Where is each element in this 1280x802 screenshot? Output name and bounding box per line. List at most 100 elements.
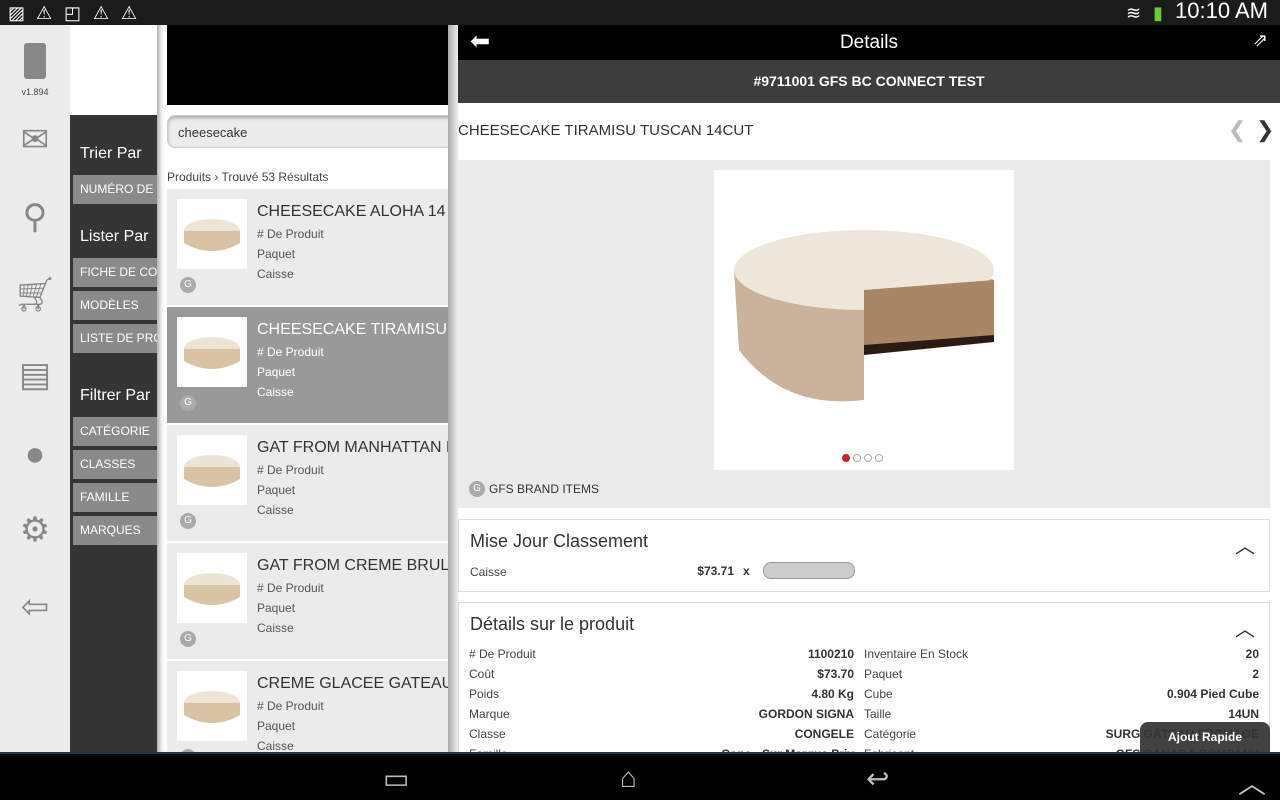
product-name: CHEESECAKE ALOHA 14 CUT <box>257 203 448 220</box>
product-thumbnail <box>177 435 247 505</box>
status-bar: ▨ ⚠ ◰ ⚠ ⚠ ≋ ▮ 10:10 AM <box>0 0 1280 25</box>
logout-icon[interactable]: ⇦ <box>0 587 70 627</box>
back-icon[interactable]: ↩ <box>866 762 889 795</box>
detail-label: Paquet <box>864 667 903 681</box>
detail-value: CONGELE <box>794 727 854 741</box>
pack-label: Paquet <box>257 365 296 379</box>
product-number-label: # De Produit <box>257 345 324 359</box>
product-name: CHEESECAKE TIRAMISU TUSCAN 14CUT <box>257 321 448 338</box>
list-order-sheet[interactable]: FICHE DE COMMANDE <box>73 258 157 287</box>
screen-clock-icon: ◰ <box>64 3 82 23</box>
banner <box>167 25 448 105</box>
detail-label: Marque <box>469 707 510 721</box>
brand-badge: G <box>180 277 196 293</box>
unit-price: $73.71 <box>697 564 734 578</box>
detail-value: 2 <box>1252 667 1259 681</box>
detail-value: 4.80 Kg <box>811 687 854 701</box>
system-nav-bar: ▭ ⌂ ↩ ︿ <box>0 752 1280 800</box>
case-label: Caisse <box>257 267 294 281</box>
quick-add-button[interactable]: Ajout Rapide <box>1140 722 1270 754</box>
version-label: v1.894 <box>21 87 49 97</box>
product-name: CREME GLACEE GATEAU OREO <box>257 675 448 692</box>
detail-label: Cube <box>864 687 893 701</box>
share-icon[interactable]: ⇗ <box>1253 30 1268 51</box>
image-icon: ▨ <box>8 3 26 23</box>
detail-label: # De Produit <box>469 647 536 661</box>
pack-label: Paquet <box>257 719 296 733</box>
warning-icon: ⚠ <box>36 3 53 23</box>
warning-icon: ⚠ <box>93 3 110 23</box>
mail-icon[interactable]: ✉ <box>0 120 70 160</box>
invoice-icon[interactable]: ▤ <box>0 355 70 395</box>
detail-label: Classe <box>469 727 506 741</box>
list-item[interactable]: CHEESECAKE ALOHA 14 CUT # De Produit Paq… <box>167 189 448 306</box>
detail-label: Coût <box>469 667 495 681</box>
tablet-icon[interactable] <box>0 43 70 79</box>
product-name: GAT FROM MANHATTAN PLAIN <box>257 439 448 456</box>
prev-icon[interactable]: ❮ <box>1228 117 1246 143</box>
product-image <box>714 170 1014 470</box>
details-heading: Détails sur le produit <box>470 614 635 634</box>
product-number-label: # De Produit <box>257 227 324 241</box>
detail-label: Inventaire En Stock <box>864 647 969 661</box>
product-thumbnail <box>177 671 247 741</box>
product-thumbnail <box>177 553 247 623</box>
pack-label: Paquet <box>257 247 296 261</box>
product-name: GAT FROM CREME BRULEE <box>257 557 448 574</box>
expand-icon[interactable]: ︿ <box>1238 762 1266 802</box>
list-templates[interactable]: MODÈLES <box>73 291 157 320</box>
case-label: Caisse <box>257 385 294 399</box>
icon-rail: v1.894 ✉ ⚲ 🛒︎ ▤ ● ⚙ ⇦ <box>0 25 70 752</box>
pack-label: Paquet <box>257 483 296 497</box>
quantity-input[interactable] <box>763 562 855 579</box>
list-item[interactable]: GAT FROM CREME BRULEE # De Produit Paque… <box>167 543 448 660</box>
cheesecake-image <box>734 230 994 402</box>
collapse-icon[interactable]: ︿ <box>1235 530 1255 559</box>
list-item[interactable]: GAT FROM MANHATTAN PLAIN # De Produit Pa… <box>167 425 448 542</box>
product-title: CHEESECAKE TIRAMISU TUSCAN 14CUT <box>458 122 754 139</box>
details-header: ⬅ Details ⇗ <box>458 25 1280 60</box>
panel-shadow <box>448 25 458 752</box>
filter-heading: Filtrer Par <box>80 387 151 404</box>
detail-value: 14UN <box>1228 707 1259 721</box>
sort-product-number[interactable]: NUMÉRO DE PRODUIT <box>73 175 157 204</box>
product-number-label: # De Produit <box>257 463 324 477</box>
search-input[interactable]: cheesecake <box>167 115 448 148</box>
list-product-lists[interactable]: LISTE DE PRODUITS <box>73 324 157 353</box>
warning-icon: ⚠ <box>121 3 138 23</box>
filter-family[interactable]: FAMILLE <box>73 483 157 512</box>
image-area: G GFS BRAND ITEMS <box>458 160 1270 508</box>
detail-label: Taille <box>864 707 892 721</box>
search-icon[interactable]: ⚲ <box>0 197 70 237</box>
unit-label: Caisse <box>470 565 507 579</box>
breadcrumb: Produits › Trouvé 53 Résultats <box>167 170 329 184</box>
detail-label: Poids <box>469 687 500 701</box>
filter-brands[interactable]: MARQUES <box>73 516 157 545</box>
list-item[interactable]: CREME GLACEE GATEAU OREO # De Produit Pa… <box>167 661 448 752</box>
case-label: Caisse <box>257 621 294 635</box>
cart-icon[interactable]: 🛒︎ <box>0 275 70 315</box>
clock: 10:10 AM <box>1175 0 1268 23</box>
details-panel: ⬅ Details ⇗ #9711001 GFS BC CONNECT TEST… <box>458 25 1280 752</box>
home-icon[interactable]: ⌂ <box>620 762 637 794</box>
brand-badge: G <box>180 513 196 529</box>
detail-label: Catégorie <box>864 727 917 741</box>
user-icon[interactable]: ● <box>0 435 70 474</box>
detail-value: GORDON SIGNA <box>758 707 854 721</box>
product-thumbnail <box>177 199 247 269</box>
filter-classes[interactable]: CLASSES <box>73 450 157 479</box>
list-item[interactable]: CHEESECAKE TIRAMISU TUSCAN 14CUT # De Pr… <box>167 307 448 424</box>
gear-icon[interactable]: ⚙ <box>0 510 70 550</box>
detail-value: 0.904 Pied Cube <box>1166 687 1259 701</box>
brand-badge: G <box>469 481 485 497</box>
filter-category[interactable]: CATÉGORIE <box>73 417 157 446</box>
collapse-icon[interactable]: ︿ <box>1235 613 1255 642</box>
brand-label: GFS BRAND ITEMS <box>489 482 600 496</box>
battery-icon: ▮ <box>1153 3 1163 23</box>
carousel-dots[interactable] <box>842 454 883 462</box>
brand-badge: G <box>180 631 196 647</box>
list-heading: Lister Par <box>80 228 149 245</box>
recent-apps-icon[interactable]: ▭ <box>383 762 409 795</box>
next-icon[interactable]: ❯ <box>1256 117 1274 143</box>
case-label: Caisse <box>257 739 294 752</box>
